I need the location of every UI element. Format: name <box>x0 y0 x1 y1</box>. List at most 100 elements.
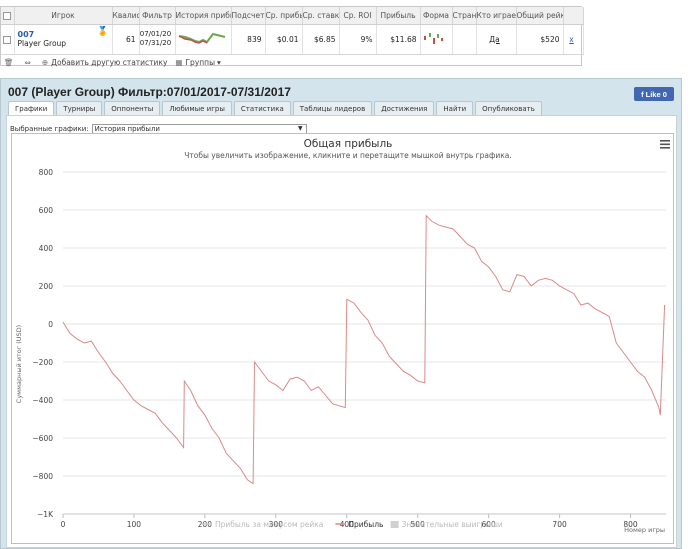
x-axis-label: Номер игры <box>624 526 665 534</box>
header-close <box>563 7 584 25</box>
facebook-like-button[interactable]: f Like 0 <box>634 87 674 101</box>
tab-leaderboards[interactable]: Таблицы лидеров <box>292 101 373 115</box>
chart-series <box>62 214 666 485</box>
x-tick-label: 0 <box>61 520 66 529</box>
player-cell: 007 Player Group 🏅 <box>14 24 113 55</box>
series-line-profit <box>62 214 666 485</box>
avg-roi-value: 9% <box>339 24 377 55</box>
like-label: Like 0 <box>645 89 667 99</box>
tab-charts[interactable]: Графики <box>8 101 55 115</box>
facebook-icon: f <box>641 89 644 99</box>
y-tick-label: 400 <box>39 244 54 253</box>
header-avg-roi[interactable]: Ср. ROI <box>339 7 377 25</box>
add-stats-button[interactable]: ⊕ Добавить другую статистику <box>42 58 168 67</box>
tab-opponents[interactable]: Оппоненты <box>104 101 161 115</box>
chevron-down-icon: ▼ <box>298 125 303 132</box>
select-all-checkbox[interactable] <box>1 7 15 25</box>
table-toolbar: 🗑 ⇔ ⊕ Добавить другую статистику ▦ Групп… <box>1 56 581 68</box>
avg-stake-value: $6.85 <box>302 24 340 55</box>
y-tick-label: 600 <box>39 206 54 215</box>
form-chart <box>420 24 453 55</box>
y-tick-label: −1K <box>37 510 54 519</box>
sync-button[interactable]: ⇔ <box>25 58 34 67</box>
x-tick-label: 100 <box>127 520 142 529</box>
legend-item[interactable]: Значительные выигрыши <box>390 520 503 529</box>
tab-achievements[interactable]: Достижения <box>374 101 435 115</box>
y-axis-label: Суммарный итог (USD) <box>15 325 23 403</box>
tab-favorite-games[interactable]: Любимые игры <box>162 101 232 115</box>
sparkline-chart <box>178 32 226 44</box>
avg-profit-value: $0.01 <box>265 24 303 55</box>
y-tick-label: 800 <box>39 168 54 177</box>
groups-label: Группы <box>185 57 215 67</box>
who-plays-link[interactable]: Да <box>476 24 517 55</box>
header-country[interactable]: Стран <box>452 7 477 25</box>
player-panel: 007 (Player Group) Фильтр:07/01/2017-07/… <box>0 78 682 549</box>
header-player[interactable]: Игрок <box>14 7 113 25</box>
stats-header-row: Игрок Квалиф Фильтр История прибыл Подсч… <box>1 7 584 25</box>
legend-label: Прибыль за минусом рейка <box>215 520 323 529</box>
qualify-value: 61 <box>112 24 140 55</box>
y-tick-label: −400 <box>32 396 53 405</box>
y-tick-label: −800 <box>32 472 53 481</box>
table-row: 007 Player Group 🏅 61 07/01/20 07/31/20 … <box>1 24 584 55</box>
y-axis-ticks: 800 600 400 200 0 −200 −400 −600 −800 −1K <box>32 168 54 519</box>
header-avg-profit[interactable]: Ср. прибы <box>265 7 303 25</box>
legend-swatch <box>390 521 399 528</box>
chart-subtitle: Чтобы увеличить изображение, кликните и … <box>184 151 512 160</box>
panel-title: 007 (Player Group) Фильтр:07/01/2017-07/… <box>8 85 291 99</box>
x-tick-label: 700 <box>552 520 567 529</box>
chart-title: Общая прибыль <box>304 138 393 150</box>
stats-table: Игрок Квалиф Фильтр История прибыл Подсч… <box>0 6 584 68</box>
tab-publish[interactable]: Опубликовать <box>475 101 542 115</box>
filter-start: 07/01/20 <box>139 30 172 38</box>
medal-icon: 🏅 <box>97 26 109 37</box>
chart-legend: Прибыль за минусом рейка Прибыль Значитель… <box>202 520 503 529</box>
legend-label: Прибыль <box>348 520 383 529</box>
header-count[interactable]: Подсчет <box>231 7 266 25</box>
groups-icon: ▦ <box>175 57 183 67</box>
chart-selector-value: История прибыли <box>94 125 160 133</box>
legend-label: Значительные выигрыши <box>402 520 503 529</box>
tab-statistics[interactable]: Статистика <box>233 101 291 115</box>
tab-find[interactable]: Найти <box>436 101 474 115</box>
header-who-plays[interactable]: Кто играет <box>476 7 517 25</box>
form-bars <box>424 33 443 44</box>
header-qualify[interactable]: Квалиф <box>112 7 140 25</box>
delete-button[interactable]: 🗑 <box>4 58 17 67</box>
filter-end: 07/31/20 <box>139 39 172 47</box>
header-total-rake[interactable]: Общий рейк <box>516 7 564 25</box>
chart-frame[interactable]: Общая прибыль Чтобы увеличить изображени… <box>11 133 674 544</box>
y-tick-label: −600 <box>32 434 53 443</box>
hamburger-icon[interactable] <box>660 140 670 149</box>
add-stats-icon: ⊕ <box>41 57 49 67</box>
remove-row-button[interactable]: x <box>563 24 584 55</box>
total-rake-value: $520 <box>516 24 564 55</box>
profit-history-sparkline <box>175 24 232 55</box>
player-name: Player Group <box>17 39 67 48</box>
y-tick-label: 0 <box>48 320 53 329</box>
add-stats-label: Добавить другую статистику <box>51 57 168 67</box>
y-tick-label: 200 <box>39 282 54 291</box>
count-value: 839 <box>231 24 266 55</box>
y-tick-label: −200 <box>32 358 53 367</box>
profit-value: $11.68 <box>376 24 421 55</box>
chart-selector-label: Выбранные графики: <box>10 125 89 133</box>
profit-chart[interactable]: Общая прибыль Чтобы увеличить изображени… <box>12 134 675 545</box>
groups-dropdown[interactable]: ▦ Группы ▾ <box>175 58 220 67</box>
player-id-link[interactable]: 007 <box>15 30 109 39</box>
header-profit-history[interactable]: История прибыл <box>175 7 232 25</box>
tab-tournaments[interactable]: Турниры <box>56 101 103 115</box>
header-form[interactable]: Форма <box>420 7 453 25</box>
panel-tabs: Графики Турниры Оппоненты Любимые игры С… <box>8 101 542 115</box>
chevron-down-icon: ▾ <box>217 57 221 67</box>
filter-dates: 07/01/20 07/31/20 <box>139 24 176 55</box>
header-avg-stake[interactable]: Ср. ставк <box>302 7 340 25</box>
header-filter[interactable]: Фильтр <box>139 7 176 25</box>
chart-grid <box>63 171 666 515</box>
country-value <box>452 24 477 55</box>
trash-icon: 🗑 <box>4 57 14 67</box>
row-checkbox[interactable] <box>1 24 15 55</box>
header-profit[interactable]: Прибыль <box>376 7 421 25</box>
legend-item[interactable]: Прибыль за минусом рейка <box>202 520 323 529</box>
